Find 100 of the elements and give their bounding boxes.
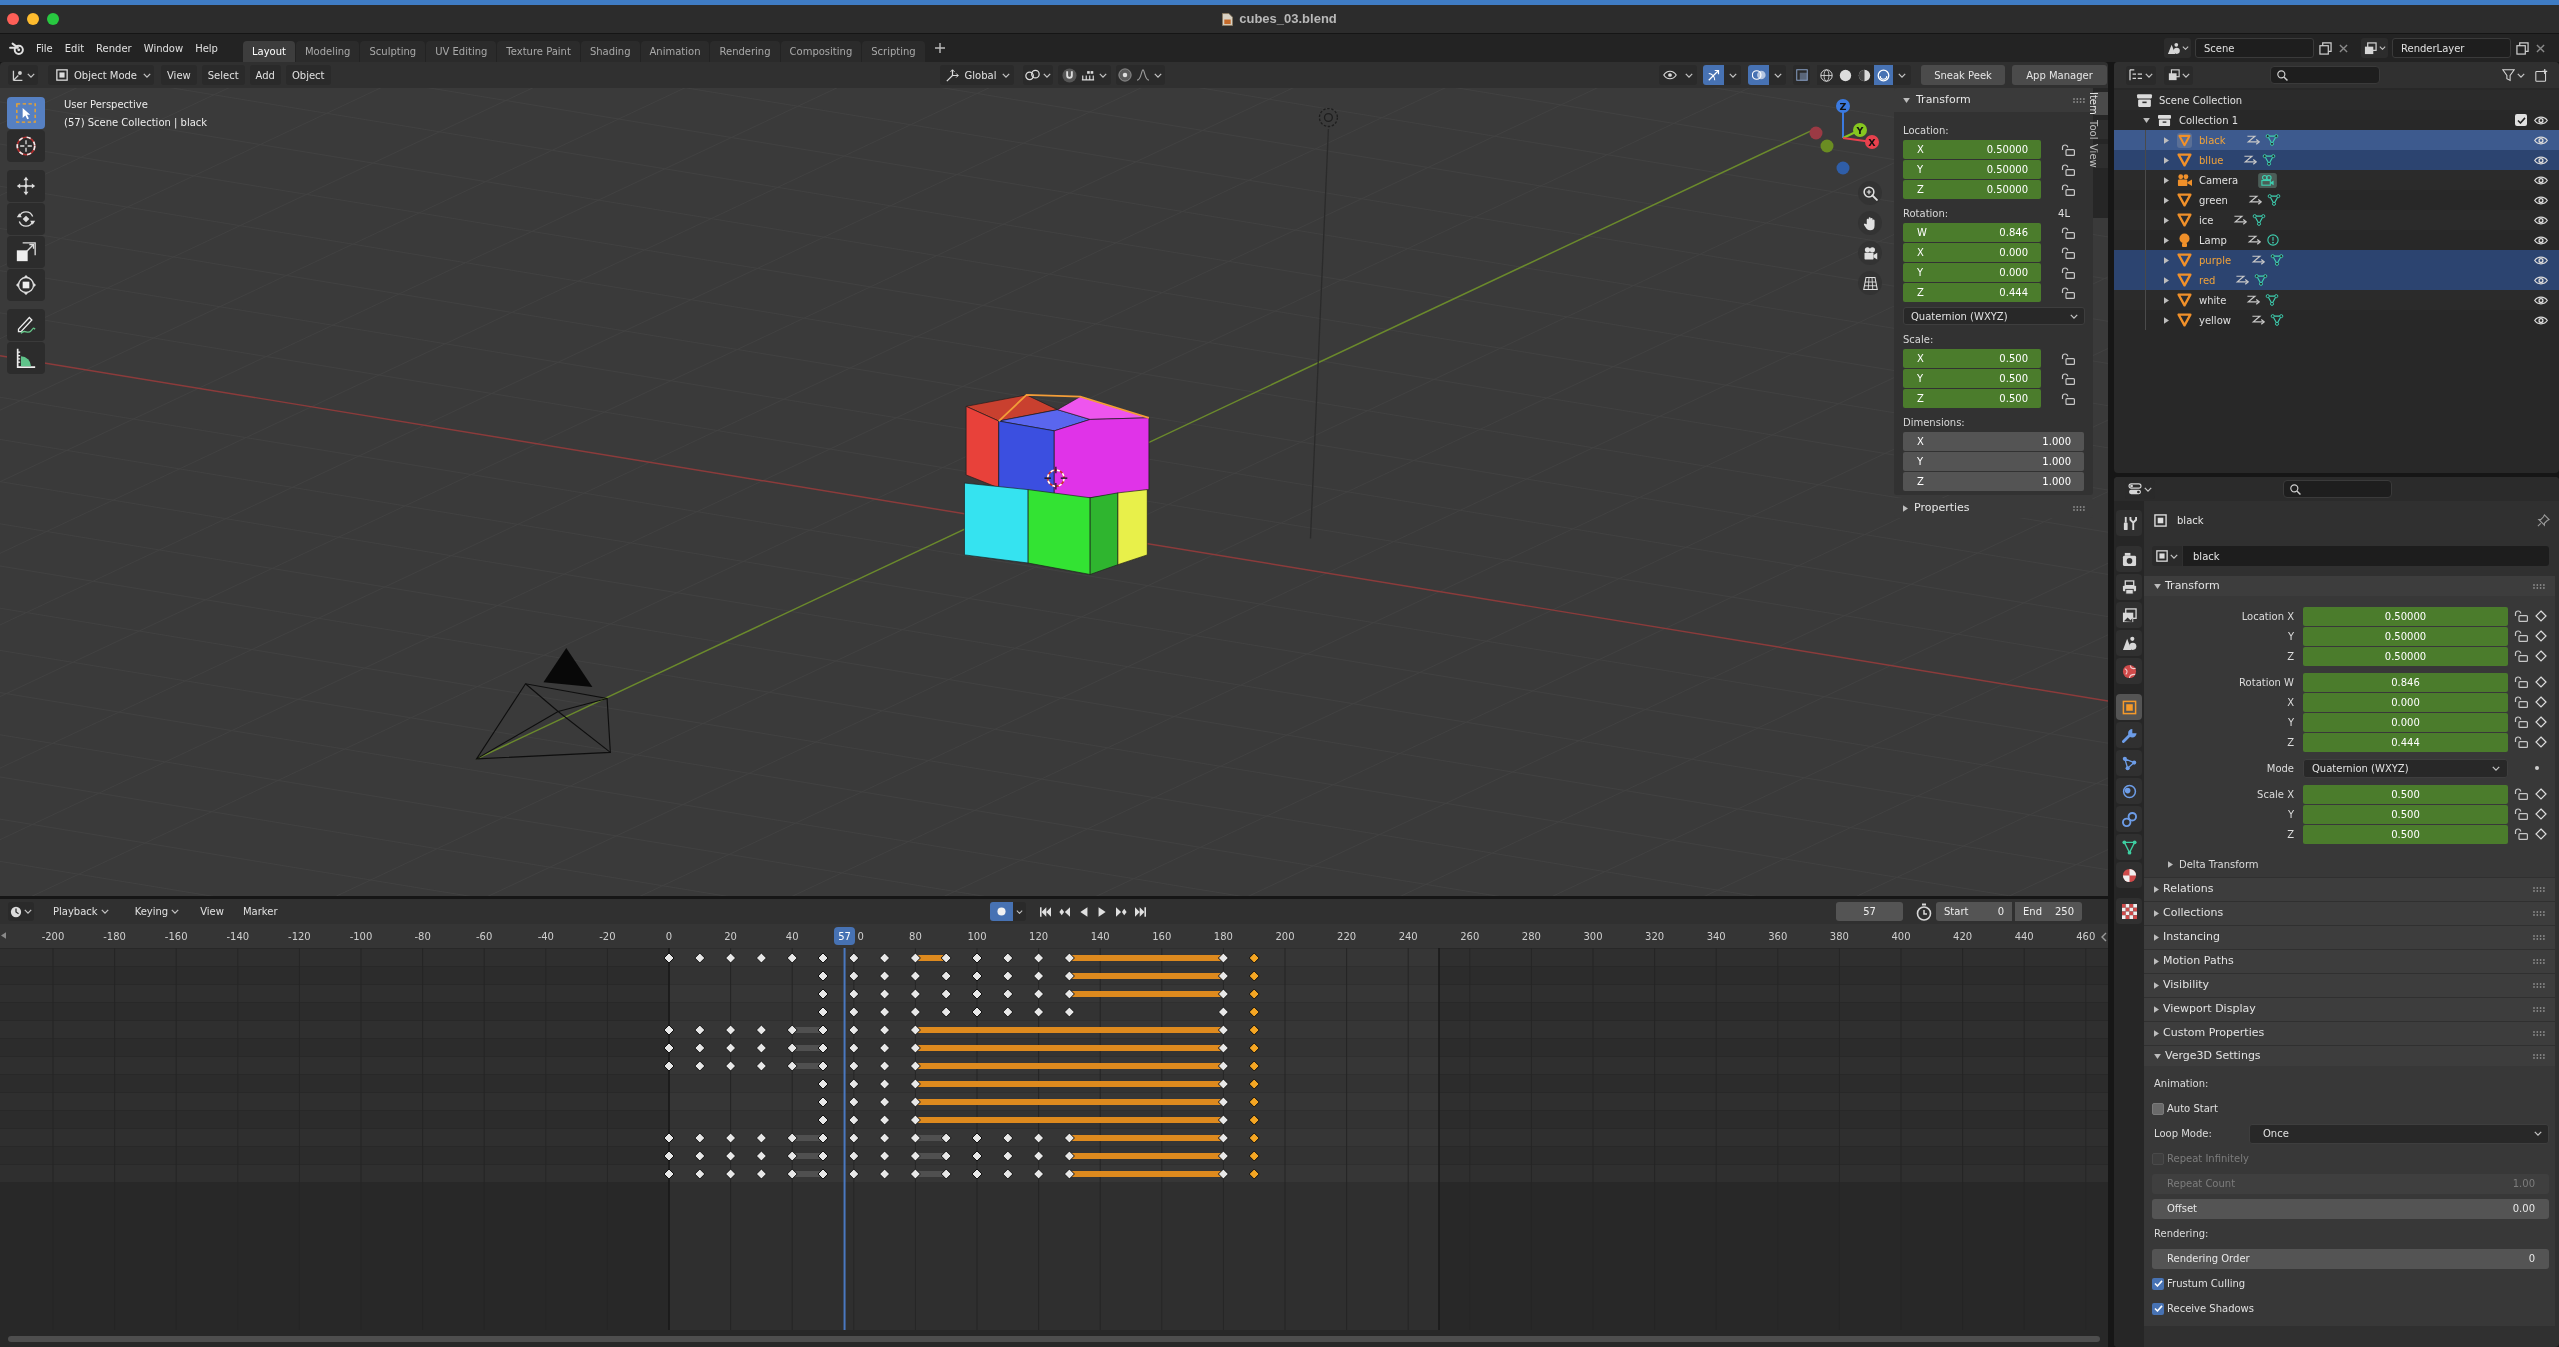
outliner-row[interactable]: bllue — [2114, 150, 2559, 170]
number-field[interactable]: W 0.846 — [1903, 223, 2041, 242]
shading-mode-button[interactable] — [1855, 65, 1874, 85]
keyframe-marker[interactable] — [879, 1060, 891, 1072]
keyframe-marker[interactable] — [909, 1060, 921, 1072]
number-field[interactable]: 0.500 — [2303, 824, 2508, 844]
keyframe-marker[interactable] — [817, 1132, 829, 1144]
properties-tab[interactable] — [2116, 750, 2142, 776]
number-field[interactable]: 0.444 — [2303, 732, 2508, 752]
menu-button[interactable]: Playback — [48, 902, 114, 921]
properties-tab[interactable] — [2116, 546, 2142, 572]
keyframe-marker[interactable] — [786, 1132, 798, 1144]
horizontal-scrollbar[interactable] — [8, 1335, 2100, 1342]
eye-icon[interactable] — [2534, 115, 2548, 125]
negative-z-axis-handle[interactable] — [1836, 161, 1850, 175]
keyframe-marker[interactable] — [725, 1168, 737, 1180]
workspace-tab[interactable]: Rendering — [710, 41, 780, 62]
keyframe-marker[interactable] — [663, 952, 675, 964]
properties-tab[interactable] — [2116, 834, 2142, 860]
keyframe-marker[interactable] — [940, 1132, 952, 1144]
keyframe-marker[interactable] — [1248, 1024, 1260, 1036]
keyframe-marker[interactable] — [817, 1078, 829, 1090]
header-button[interactable]: Sneak Peek — [1921, 65, 2005, 85]
keyframe-marker[interactable] — [694, 1060, 706, 1072]
keyframe-marker[interactable] — [848, 1168, 860, 1180]
keyframe-marker[interactable] — [1063, 970, 1075, 982]
panel-header[interactable]: Motion Paths — [2144, 950, 2555, 973]
keyframe-marker[interactable] — [909, 970, 921, 982]
keyframe-marker[interactable] — [848, 1150, 860, 1162]
keyframe-marker[interactable] — [879, 1096, 891, 1108]
display-mode-button[interactable] — [2126, 65, 2156, 85]
properties-tab[interactable] — [2116, 658, 2142, 684]
keyframe-marker[interactable] — [1248, 1006, 1260, 1018]
keyframe-marker[interactable] — [848, 1042, 860, 1054]
keyframe-marker[interactable] — [848, 1006, 860, 1018]
drag-grip-icon[interactable] — [2533, 1053, 2545, 1059]
properties-tab[interactable] — [2116, 602, 2142, 628]
subpanel-header[interactable]: Delta Transform — [2152, 854, 2555, 874]
cursor-tool-button[interactable] — [7, 130, 45, 162]
number-field[interactable]: Z 0.444 — [1903, 283, 2041, 302]
keyframe-marker[interactable] — [879, 988, 891, 1000]
keyframe-marker[interactable] — [971, 1006, 983, 1018]
checkbox[interactable] — [2152, 1102, 2164, 1115]
keyframe-marker[interactable] — [1217, 970, 1229, 982]
unlocked-padlock-icon[interactable] — [2514, 736, 2528, 748]
overlay-toggle-button[interactable] — [1748, 65, 1769, 85]
number-field[interactable]: X 0.50000 — [1903, 140, 2041, 159]
perspective-toggle-button[interactable] — [1858, 271, 1882, 295]
keyframe-diamond-icon[interactable] — [2535, 676, 2547, 688]
keyframe-marker[interactable] — [879, 1168, 891, 1180]
keyframe-marker[interactable] — [940, 970, 952, 982]
keyframe-marker[interactable] — [1002, 970, 1014, 982]
keyframe-marker[interactable] — [848, 1114, 860, 1126]
keyframe-marker[interactable] — [663, 1150, 675, 1162]
number-field[interactable]: 0.000 — [2303, 692, 2508, 712]
keyframe-marker[interactable] — [786, 952, 798, 964]
drag-grip-icon[interactable] — [2533, 583, 2545, 589]
y-axis-handle[interactable]: Y — [1842, 123, 1867, 139]
workspace-tab[interactable]: Texture Paint — [497, 41, 580, 62]
z-axis-handle[interactable]: Z — [1836, 99, 1850, 139]
keyframe-marker[interactable] — [1217, 1060, 1229, 1072]
keyframe-diamond-icon[interactable] — [2535, 630, 2547, 642]
unlocked-padlock-icon[interactable] — [2061, 266, 2075, 279]
checkbox[interactable] — [2515, 114, 2527, 126]
current-frame-indicator[interactable]: 57 — [833, 927, 856, 945]
search-field[interactable] — [2270, 66, 2380, 84]
keyframe-marker[interactable] — [1248, 1132, 1260, 1144]
keyframe-marker[interactable] — [909, 1096, 921, 1108]
eye-icon[interactable] — [2534, 255, 2548, 265]
keyframe-marker[interactable] — [1248, 1168, 1260, 1180]
keyframe-marker[interactable] — [909, 1168, 921, 1180]
keyframe-marker[interactable] — [663, 1024, 675, 1036]
checkbox-label[interactable]: Auto Start — [2167, 1101, 2218, 1116]
keyframe-marker[interactable] — [1248, 1042, 1260, 1054]
keyframe-marker[interactable] — [817, 1060, 829, 1072]
menu-item[interactable]: Help — [189, 38, 224, 58]
keyframe-marker[interactable] — [848, 1024, 860, 1036]
panel-header[interactable]: Viewport Display — [2144, 998, 2555, 1021]
proportional-editing-button[interactable] — [1115, 65, 1165, 85]
keyframe-marker[interactable] — [817, 1006, 829, 1018]
keyframe-marker[interactable] — [817, 1024, 829, 1036]
keyframe-marker[interactable] — [755, 1168, 767, 1180]
keyframe-marker[interactable] — [663, 1168, 675, 1180]
keyframe-marker[interactable] — [909, 1006, 921, 1018]
checkbox[interactable] — [2152, 1277, 2164, 1290]
keyframe-marker[interactable] — [786, 1150, 798, 1162]
keyframe-marker[interactable] — [909, 1042, 921, 1054]
number-field[interactable]: Offset 0.00 — [2152, 1198, 2549, 1219]
data-selector-button[interactable] — [2164, 38, 2191, 58]
keyframe-marker[interactable] — [909, 1078, 921, 1090]
shading-mode-button[interactable] — [1874, 65, 1893, 85]
gizmo-toggle-button[interactable] — [1703, 65, 1724, 85]
scene-name-field[interactable]: Scene — [2195, 38, 2314, 58]
workspace-tab[interactable]: Layout — [242, 41, 295, 62]
object-name-field[interactable]: black — [2183, 546, 2549, 566]
add-workspace-icon[interactable] — [934, 43, 945, 53]
number-field[interactable]: Rendering Order 0 — [2152, 1248, 2549, 1269]
drag-grip-icon[interactable] — [2533, 1031, 2545, 1036]
mode-dropdown[interactable]: Object Mode — [48, 65, 154, 85]
unlocked-padlock-icon[interactable] — [2061, 392, 2075, 405]
